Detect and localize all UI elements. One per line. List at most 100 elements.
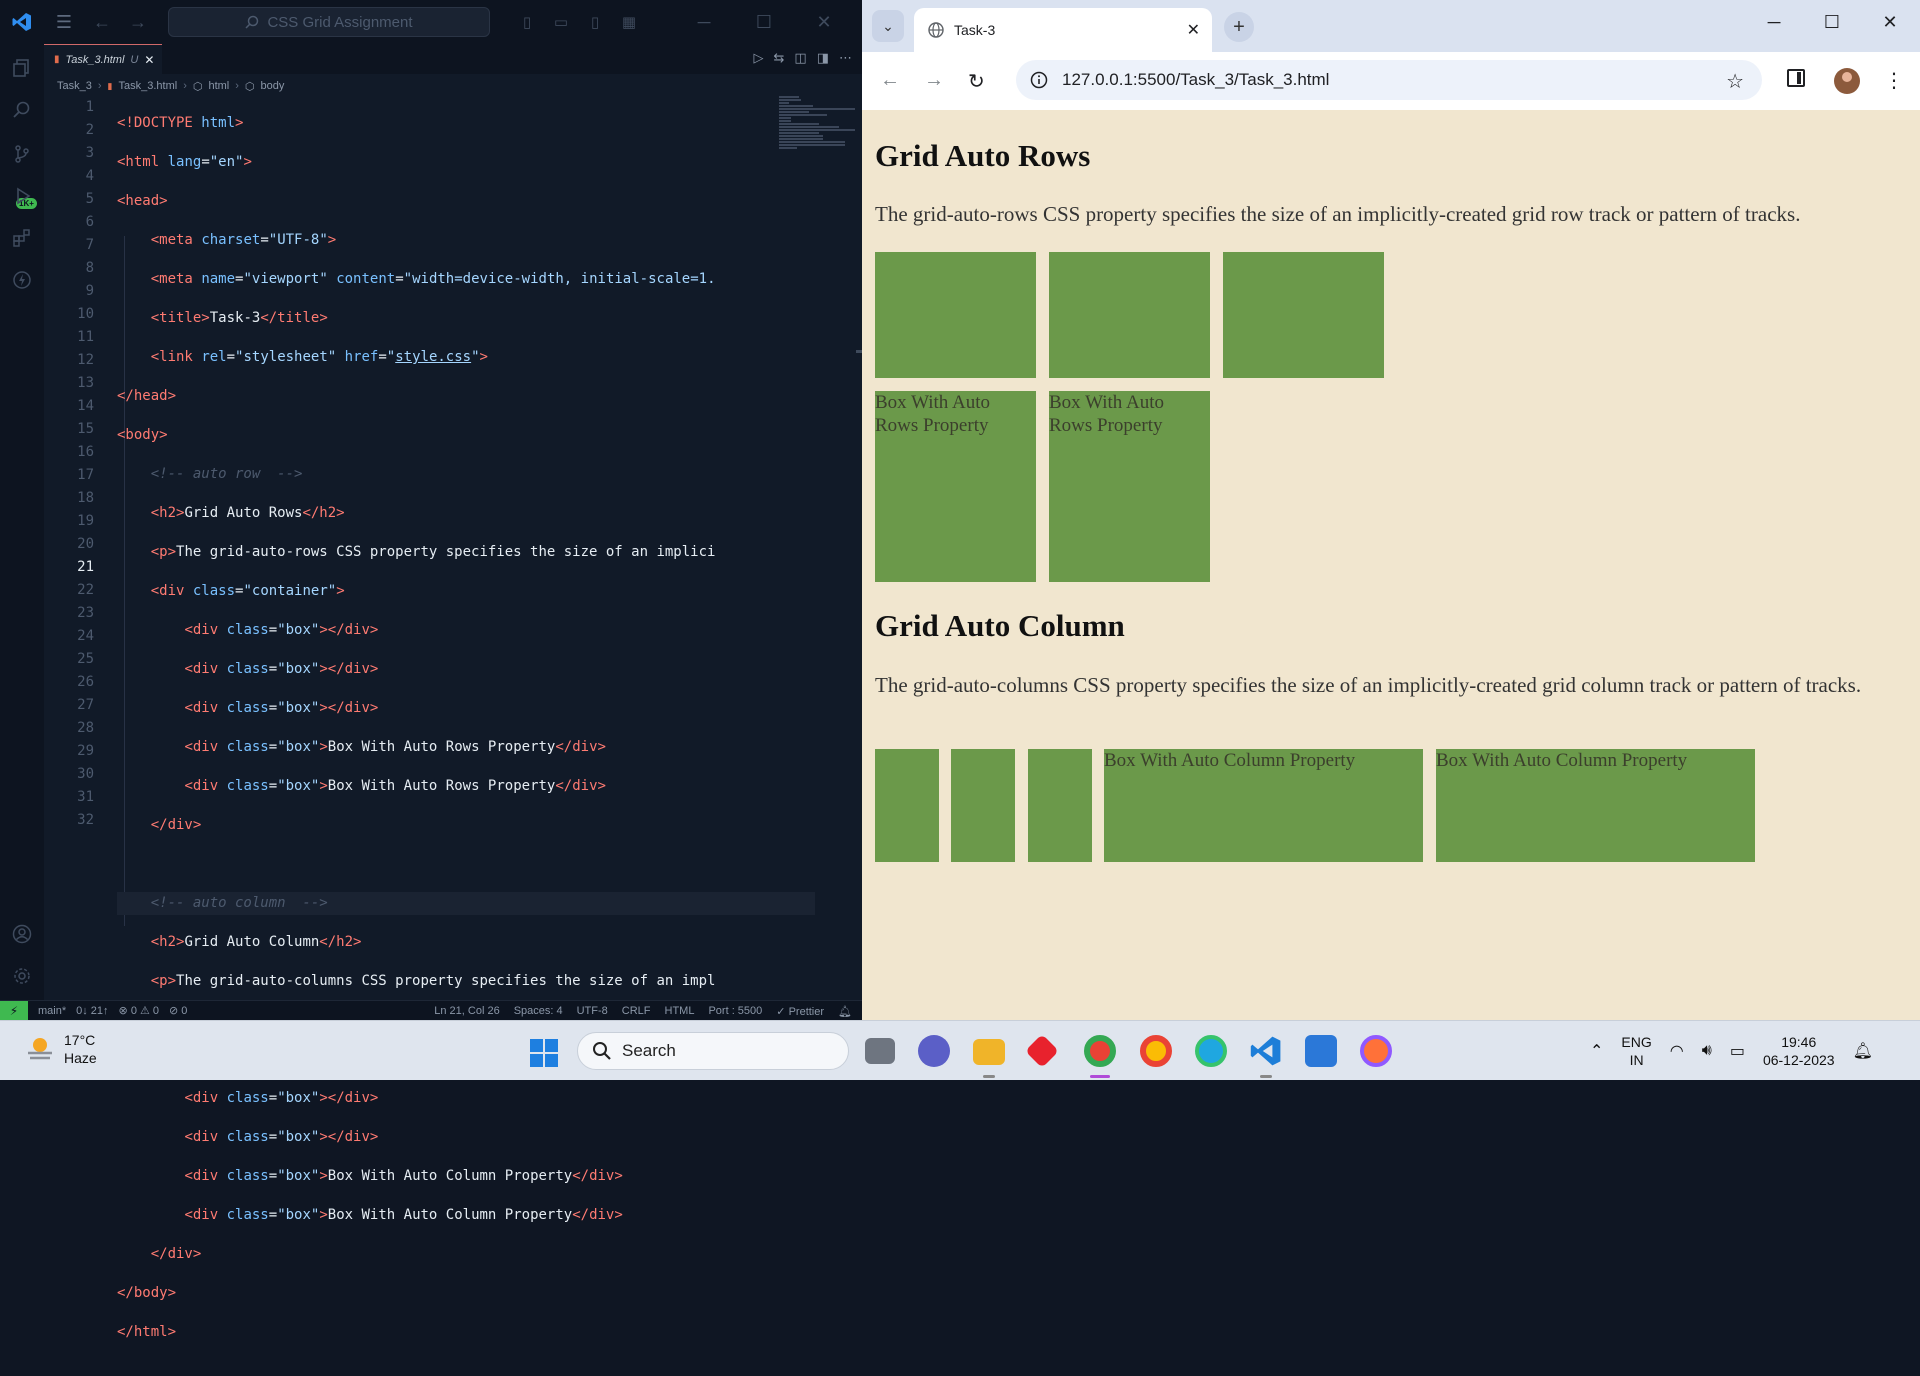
open-preview-icon[interactable]: ◫: [794, 50, 806, 66]
code-line: </body>: [117, 1285, 177, 1301]
customize-layout-icon[interactable]: ▦: [612, 12, 646, 32]
weather-widget[interactable]: 17°C Haze: [24, 1031, 97, 1067]
chrome-toolbar: ← → ↻ 127.0.0.1:5500/Task_3/Task_3.html …: [862, 52, 1920, 110]
volume-icon[interactable]: 🔊︎: [1702, 1042, 1712, 1060]
account-icon[interactable]: [8, 920, 36, 948]
hamburger-menu-icon[interactable]: ☰: [44, 12, 84, 33]
close-window-icon[interactable]: ✕: [1862, 12, 1918, 33]
live-server-port[interactable]: Port : 5500: [708, 1005, 762, 1017]
minimize-icon[interactable]: ─: [1746, 12, 1802, 33]
new-tab-button[interactable]: +: [1224, 12, 1254, 42]
grid-box-labeled: Box With Auto Rows Property: [1049, 391, 1210, 582]
line-number: 23: [77, 605, 94, 621]
toggle-panel-icon[interactable]: ▭: [544, 12, 578, 32]
close-tab-icon[interactable]: ✕: [1187, 20, 1200, 40]
teams-chat-icon[interactable]: [918, 1035, 950, 1067]
firefox-icon[interactable]: [1360, 1035, 1392, 1067]
run-icon[interactable]: ▷: [754, 50, 764, 66]
reload-icon[interactable]: ↻: [968, 69, 985, 94]
maximize-icon[interactable]: ☐: [734, 12, 794, 33]
tab-task3-html[interactable]: ▮ Task_3.html U ✕: [44, 44, 162, 74]
breadcrumb-folder[interactable]: Task_3: [57, 80, 92, 92]
more-actions-icon[interactable]: ⋯: [839, 50, 852, 66]
code-line: <p>The grid-auto-columns CSS property sp…: [150, 973, 716, 989]
site-info-icon[interactable]: [1030, 71, 1048, 89]
chevron-up-icon[interactable]: ⌃: [1590, 1041, 1603, 1061]
line-number: 5: [85, 191, 94, 207]
indentation[interactable]: Spaces: 4: [514, 1005, 563, 1017]
extensions-icon[interactable]: [8, 224, 36, 252]
breadcrumb-html[interactable]: html: [208, 80, 229, 92]
minimap[interactable]: [779, 96, 859, 156]
source-control-icon[interactable]: [8, 140, 36, 168]
clock[interactable]: 19:46 06-12-2023: [1763, 1033, 1835, 1069]
breadcrumb-file[interactable]: Task_3.html: [118, 80, 177, 92]
anydesk-icon[interactable]: [1025, 1034, 1059, 1068]
chrome-icon[interactable]: [1140, 1035, 1172, 1067]
code-line: <div class="box">Box With Auto Rows Prop…: [184, 778, 606, 794]
chrome-menu-icon[interactable]: ⋮: [1884, 68, 1904, 93]
live-server-icon[interactable]: [8, 266, 36, 294]
file-explorer-icon[interactable]: [973, 1039, 1005, 1065]
vscode-window: ☰ ← → CSS Grid Assignment ▯ ▭ ▯ ▦ ─ ☐ ✕ …: [0, 0, 862, 1340]
line-ending[interactable]: CRLF: [622, 1005, 651, 1017]
notifications-bell-icon[interactable]: 🔔︎: [838, 1005, 852, 1018]
bookmark-star-icon[interactable]: ☆: [1726, 69, 1744, 94]
prettier-status[interactable]: ✓ Prettier: [776, 1005, 824, 1018]
search-icon[interactable]: [8, 96, 36, 124]
forward-arrow-icon[interactable]: →: [924, 69, 944, 92]
encoding[interactable]: UTF-8: [577, 1005, 608, 1017]
ports-count[interactable]: ⊘ 0: [169, 1004, 187, 1017]
language-indicator[interactable]: ENG IN: [1621, 1033, 1651, 1069]
explorer-icon[interactable]: [8, 54, 36, 82]
cursor-position[interactable]: Ln 21, Col 26: [434, 1005, 499, 1017]
command-center[interactable]: CSS Grid Assignment: [168, 7, 490, 37]
wifi-icon[interactable]: ◠: [1670, 1041, 1684, 1061]
git-branch[interactable]: main*: [38, 1005, 66, 1017]
breadcrumb-body[interactable]: body: [261, 80, 285, 92]
activity-bar: 1K+: [0, 44, 44, 1008]
temperature: 17°C: [64, 1032, 96, 1048]
microsoft-store-icon[interactable]: [1305, 1035, 1337, 1067]
back-arrow-icon[interactable]: ←: [880, 69, 900, 92]
chrome-dev-icon[interactable]: [1084, 1035, 1116, 1067]
element-icon: ⬡: [244, 80, 255, 93]
search-icon: [245, 15, 259, 29]
taskbar-search[interactable]: Search: [577, 1032, 849, 1070]
code-line: <p>The grid-auto-rows CSS property speci…: [150, 544, 716, 560]
forward-arrow-icon[interactable]: →: [120, 12, 156, 33]
code-editor[interactable]: 1 2 3 4 5 6 7 8 9 10 11 12 13 14 15 16 17 18 19 20 21 22 23 24 2…: [44, 96, 862, 1340]
vscode-taskbar-icon[interactable]: [1250, 1035, 1282, 1067]
problems-count[interactable]: ⊗ 0 ⚠ 0: [119, 1004, 159, 1017]
maximize-icon[interactable]: ☐: [1804, 12, 1860, 33]
tab-search-icon[interactable]: ⌄: [872, 10, 904, 42]
side-panel-icon[interactable]: [1787, 69, 1805, 87]
split-editor-icon[interactable]: ◨: [817, 50, 829, 66]
tab-label: Task_3.html: [65, 53, 125, 66]
close-icon[interactable]: ✕: [794, 12, 854, 33]
code-line: <div class="box"></div>: [184, 1129, 379, 1145]
settings-gear-icon[interactable]: [8, 962, 36, 990]
minimize-icon[interactable]: ─: [674, 12, 734, 33]
line-number: 24: [77, 628, 94, 644]
toggle-sidebar-icon[interactable]: ▯: [510, 12, 544, 32]
profile-avatar[interactable]: [1834, 68, 1860, 94]
remote-indicator[interactable]: ⚡: [0, 1000, 28, 1021]
git-sync[interactable]: 0↓ 21↑: [76, 1005, 108, 1017]
back-arrow-icon[interactable]: ←: [84, 12, 120, 33]
start-windows-icon[interactable]: [530, 1039, 558, 1067]
run-debug-icon[interactable]: [8, 182, 36, 210]
line-number: 14: [77, 398, 94, 414]
code-line: </div>: [150, 817, 202, 833]
compare-changes-icon[interactable]: ⇆: [774, 50, 785, 66]
code-content[interactable]: <!DOCTYPE html> <html lang="en"> <head> …: [117, 96, 815, 1376]
toggle-secondary-sidebar-icon[interactable]: ▯: [578, 12, 612, 32]
language-mode[interactable]: HTML: [665, 1005, 695, 1017]
battery-icon[interactable]: ▭: [1730, 1041, 1745, 1061]
edge-icon[interactable]: [1195, 1035, 1227, 1067]
address-bar[interactable]: 127.0.0.1:5500/Task_3/Task_3.html ☆: [1016, 60, 1762, 100]
tab-close-icon[interactable]: ✕: [144, 53, 154, 67]
task-view-icon[interactable]: [865, 1038, 895, 1064]
notifications-bell-icon[interactable]: 🔔︎: [1853, 1041, 1873, 1061]
browser-tab[interactable]: Task-3 ✕: [914, 8, 1212, 52]
